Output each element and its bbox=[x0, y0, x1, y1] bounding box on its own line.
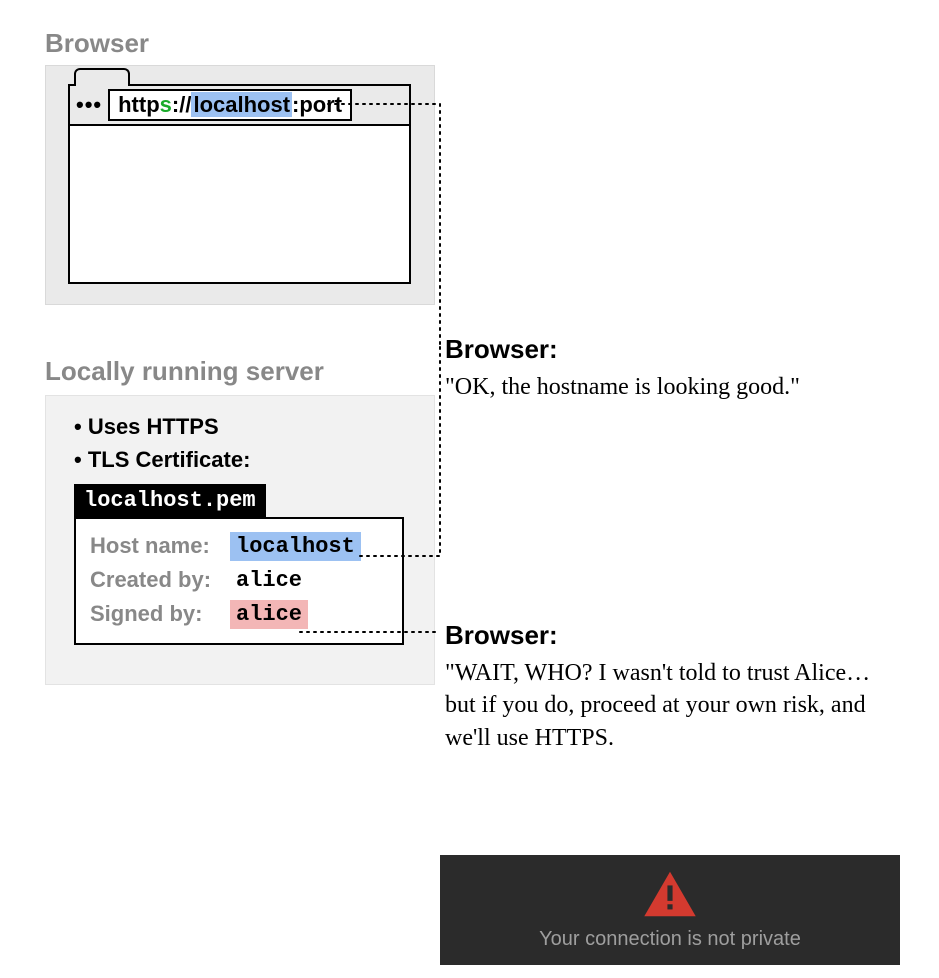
url-scheme-s: s bbox=[160, 92, 172, 117]
callout-wait: Browser: "WAIT, WHO? I wasn't told to tr… bbox=[445, 620, 905, 754]
not-private-warning: Your connection is not private bbox=[440, 855, 900, 965]
callout-ok-who: Browser: bbox=[445, 334, 905, 365]
cert-host-value: localhost bbox=[230, 532, 361, 561]
section-title-browser: Browser bbox=[45, 28, 149, 59]
cert-box: Host name: localhost Created by: alice S… bbox=[74, 517, 404, 645]
browser-tab bbox=[74, 68, 130, 86]
address-bar[interactable]: https://localhost:port bbox=[108, 89, 352, 121]
callout-ok-text: "OK, the hostname is looking good." bbox=[445, 371, 905, 403]
cert-signed-value: alice bbox=[230, 600, 308, 629]
warning-triangle-icon bbox=[642, 870, 698, 918]
section-title-server: Locally running server bbox=[45, 356, 324, 387]
browser-top-bar: ••• https://localhost:port bbox=[70, 86, 409, 126]
callout-ok: Browser: "OK, the hostname is looking go… bbox=[445, 334, 905, 403]
cert-created-value: alice bbox=[230, 566, 308, 595]
cert-row-signed: Signed by: alice bbox=[90, 597, 388, 631]
url-sep: :// bbox=[172, 92, 192, 117]
bullet-uses-https: Uses HTTPS bbox=[74, 410, 416, 443]
cert-row-host: Host name: localhost bbox=[90, 529, 388, 563]
url-port: port bbox=[299, 92, 342, 117]
cert-signed-label: Signed by: bbox=[90, 601, 230, 627]
server-panel: Uses HTTPS TLS Certificate: localhost.pe… bbox=[45, 395, 435, 685]
server-bullets: Uses HTTPS TLS Certificate: bbox=[74, 410, 416, 476]
cert-created-label: Created by: bbox=[90, 567, 230, 593]
bullet-tls-cert: TLS Certificate: bbox=[74, 443, 416, 476]
cert-filename: localhost.pem bbox=[74, 484, 266, 517]
not-private-text: Your connection is not private bbox=[539, 928, 801, 951]
browser-menu-dots-icon: ••• bbox=[76, 92, 102, 118]
url-host: localhost bbox=[191, 92, 292, 117]
cert-row-created: Created by: alice bbox=[90, 563, 388, 597]
browser-panel: ••• https://localhost:port bbox=[45, 65, 435, 305]
cert-host-label: Host name: bbox=[90, 533, 230, 559]
callout-wait-who: Browser: bbox=[445, 620, 905, 651]
callout-wait-text: "WAIT, WHO? I wasn't told to trust Alice… bbox=[445, 657, 905, 754]
browser-window: ••• https://localhost:port bbox=[68, 84, 411, 284]
url-scheme-http: http bbox=[118, 92, 160, 117]
